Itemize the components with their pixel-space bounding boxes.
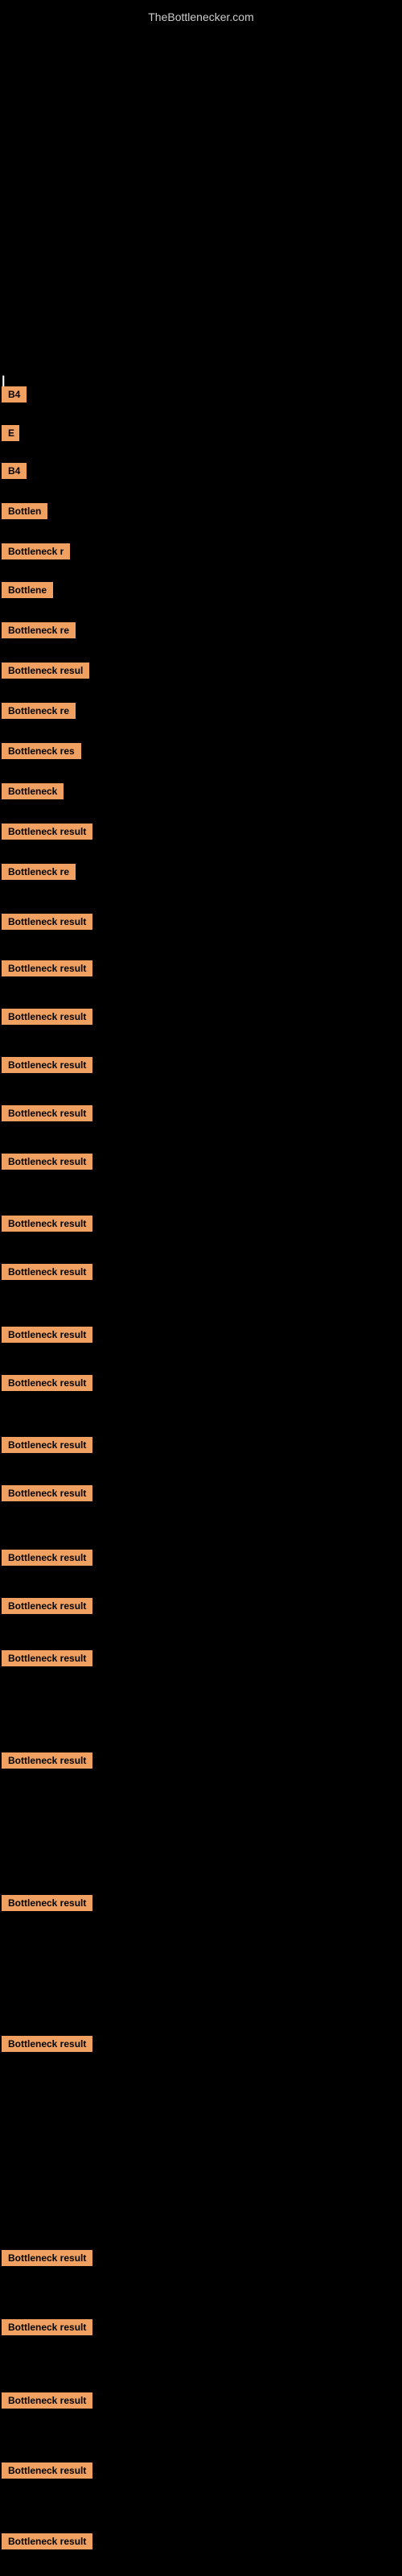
- bottleneck-result-row: Bottleneck result: [2, 2319, 92, 2339]
- bottleneck-result-label: Bottleneck result: [2, 824, 92, 840]
- bottleneck-result-row: Bottleneck result: [2, 960, 92, 980]
- bottleneck-result-row: Bottleneck result: [2, 1264, 92, 1284]
- bottleneck-result-label: Bottleneck: [2, 783, 64, 799]
- bottleneck-result-row: Bottleneck result: [2, 1550, 92, 1570]
- bottleneck-result-row: Bottleneck result: [2, 1327, 92, 1347]
- bottleneck-result-label: Bottleneck result: [2, 960, 92, 976]
- bottleneck-result-label: Bottleneck result: [2, 1216, 92, 1232]
- bottleneck-result-label: Bottleneck result: [2, 2392, 92, 2409]
- bottleneck-result-row: E: [2, 425, 19, 445]
- bottleneck-result-row: Bottleneck result: [2, 1057, 92, 1077]
- bottleneck-result-row: Bottleneck r: [2, 543, 70, 564]
- bottleneck-result-label: Bottleneck result: [2, 1327, 92, 1343]
- bottleneck-result-row: Bottleneck result: [2, 1598, 92, 1618]
- bottleneck-result-row: Bottleneck result: [2, 2533, 92, 2553]
- bottleneck-result-row: Bottleneck resul: [2, 663, 89, 683]
- bottleneck-result-row: Bottleneck result: [2, 1105, 92, 1125]
- bottleneck-result-row: Bottleneck result: [2, 914, 92, 934]
- bottleneck-result-label: Bottleneck r: [2, 543, 70, 559]
- bottleneck-result-row: Bottleneck result: [2, 1009, 92, 1029]
- bottleneck-result-row: Bottleneck re: [2, 864, 76, 884]
- bottleneck-result-row: Bottleneck re: [2, 703, 76, 723]
- bottleneck-result-label: Bottleneck result: [2, 1105, 92, 1121]
- bottleneck-result-row: Bottleneck result: [2, 1752, 92, 1773]
- bottleneck-result-label: E: [2, 425, 19, 441]
- bottleneck-result-label: Bottleneck result: [2, 914, 92, 930]
- bottleneck-result-label: Bottlen: [2, 503, 47, 519]
- bottleneck-result-label: Bottleneck result: [2, 1895, 92, 1911]
- bottleneck-result-label: Bottleneck re: [2, 622, 76, 638]
- bottleneck-result-label: Bottleneck result: [2, 1650, 92, 1666]
- bottleneck-result-label: Bottleneck re: [2, 864, 76, 880]
- bottleneck-result-label: Bottleneck result: [2, 2250, 92, 2266]
- bottleneck-result-label: Bottleneck result: [2, 2036, 92, 2052]
- bottleneck-result-label: Bottleneck result: [2, 1752, 92, 1769]
- bottleneck-result-label: Bottleneck re: [2, 703, 76, 719]
- bottleneck-result-label: Bottleneck result: [2, 2319, 92, 2335]
- bottleneck-result-row: B4: [2, 386, 27, 407]
- bottleneck-result-row: Bottleneck res: [2, 743, 81, 763]
- bottleneck-result-row: Bottleneck result: [2, 1375, 92, 1395]
- bottleneck-result-row: Bottlene: [2, 582, 53, 602]
- site-title: TheBottlenecker.com: [148, 4, 254, 30]
- bottleneck-result-label: Bottleneck result: [2, 1154, 92, 1170]
- bottleneck-result-label: B4: [2, 386, 27, 402]
- bottleneck-result-label: Bottleneck result: [2, 1264, 92, 1280]
- bottleneck-result-label: Bottleneck resul: [2, 663, 89, 679]
- bottleneck-result-row: Bottleneck result: [2, 2036, 92, 2056]
- bottleneck-result-row: Bottleneck result: [2, 2392, 92, 2413]
- bottleneck-result-label: Bottlene: [2, 582, 53, 598]
- bottleneck-result-label: Bottleneck result: [2, 2462, 92, 2479]
- bottleneck-result-row: Bottleneck re: [2, 622, 76, 642]
- bottleneck-result-row: Bottleneck result: [2, 824, 92, 844]
- bottleneck-result-label: Bottleneck result: [2, 1598, 92, 1614]
- bottleneck-result-row: Bottleneck result: [2, 1154, 92, 1174]
- bottleneck-result-label: Bottleneck result: [2, 1375, 92, 1391]
- bottleneck-result-row: Bottleneck result: [2, 1895, 92, 1915]
- bottleneck-result-row: B4: [2, 463, 27, 483]
- bottleneck-result-row: Bottleneck result: [2, 1485, 92, 1505]
- bottleneck-result-label: Bottleneck res: [2, 743, 81, 759]
- bottleneck-result-row: Bottlen: [2, 503, 47, 523]
- bottleneck-result-row: Bottleneck result: [2, 1437, 92, 1457]
- bottleneck-result-label: Bottleneck result: [2, 2533, 92, 2549]
- bottleneck-result-row: Bottleneck result: [2, 2250, 92, 2270]
- bottleneck-result-label: Bottleneck result: [2, 1485, 92, 1501]
- bottleneck-result-row: Bottleneck result: [2, 1216, 92, 1236]
- bottleneck-result-label: Bottleneck result: [2, 1057, 92, 1073]
- bottleneck-result-label: Bottleneck result: [2, 1437, 92, 1453]
- bottleneck-result-label: Bottleneck result: [2, 1550, 92, 1566]
- bottleneck-result-row: Bottleneck result: [2, 1650, 92, 1670]
- bottleneck-result-label: Bottleneck result: [2, 1009, 92, 1025]
- bottleneck-result-label: B4: [2, 463, 27, 479]
- bottleneck-result-row: Bottleneck: [2, 783, 64, 803]
- bottleneck-result-row: Bottleneck result: [2, 2462, 92, 2483]
